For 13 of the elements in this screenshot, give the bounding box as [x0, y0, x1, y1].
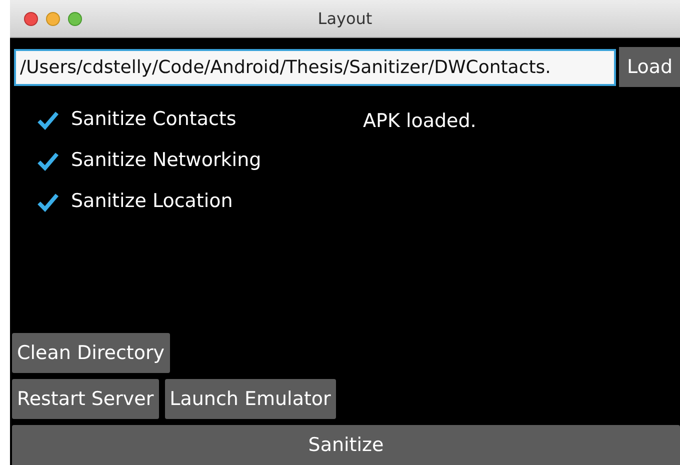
action-button[interactable]: Launch Emulator — [164, 379, 336, 419]
sanitize-button[interactable]: Sanitize — [12, 425, 680, 465]
status-text: APK loaded. — [363, 109, 476, 132]
action-button[interactable]: Clean Directory — [12, 333, 170, 373]
option-label: Sanitize Contacts — [71, 107, 236, 132]
close-icon[interactable] — [24, 12, 38, 26]
zoom-icon[interactable] — [68, 12, 82, 26]
path-field[interactable]: /Users/cdstelly/Code/Android/Thesis/Sanitizer/DWContacts. — [14, 48, 616, 86]
load-button[interactable]: Load — [619, 47, 680, 87]
window-title: Layout — [318, 8, 372, 30]
option-label: Sanitize Location — [71, 189, 233, 214]
option-label: Sanitize Networking — [71, 148, 262, 174]
action-button[interactable]: Restart Server — [12, 379, 159, 419]
